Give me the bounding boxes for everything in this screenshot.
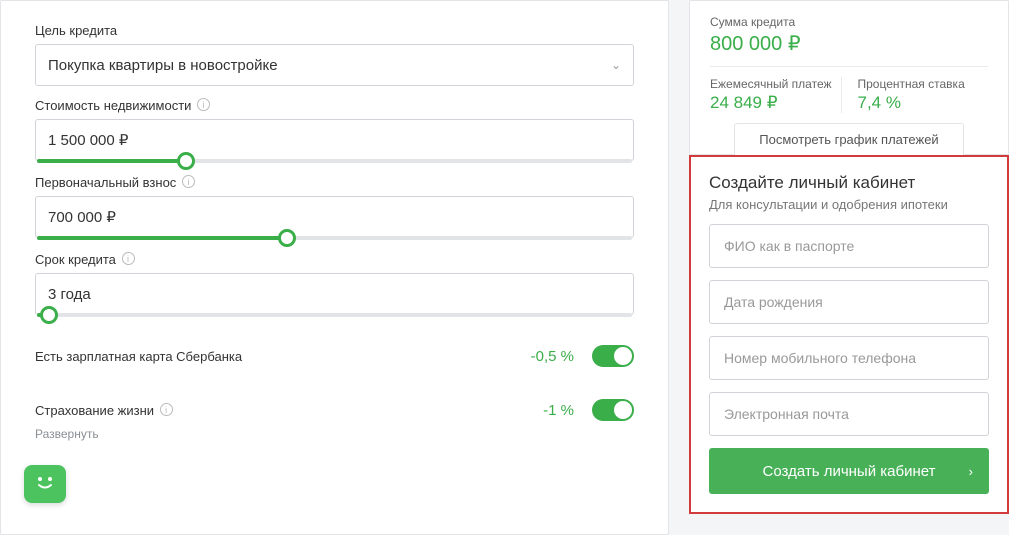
cost-label: Стоимость недвижимости i — [35, 98, 634, 113]
slider-thumb[interactable] — [278, 229, 296, 247]
salary-card-toggle[interactable] — [592, 345, 634, 367]
info-icon[interactable]: i — [182, 175, 195, 188]
purpose-select[interactable]: Покупка квартиры в новостройке ⌄ — [35, 44, 634, 86]
expand-link[interactable]: Развернуть — [35, 427, 634, 441]
slider-fill — [37, 236, 287, 240]
downpay-label: Первоначальный взнос i — [35, 175, 634, 190]
life-ins-pct: -1 % — [543, 402, 574, 419]
fio-field[interactable]: ФИО как в паспорте — [709, 224, 989, 268]
rate-value: 7,4 % — [858, 93, 989, 113]
chevron-down-icon: ⌄ — [611, 58, 621, 72]
salary-card-pct: -0,5 % — [531, 348, 574, 365]
schedule-link[interactable]: Посмотреть график платежей — [734, 123, 963, 155]
slider-thumb[interactable] — [40, 306, 58, 324]
amount-label: Сумма кредита — [710, 15, 988, 29]
chevron-right-icon: › — [969, 464, 973, 479]
email-field[interactable]: Электронная почта — [709, 392, 989, 436]
info-icon[interactable]: i — [197, 98, 210, 111]
create-cabinet-button[interactable]: Создать личный кабинет › — [709, 448, 989, 494]
summary-panel: Сумма кредита 800 000 ₽ Ежемесячный плат… — [689, 0, 1009, 155]
downpay-slider[interactable] — [37, 236, 632, 240]
salary-card-row: Есть зарплатная карта Сбербанка -0,5 % — [35, 345, 634, 367]
cost-input[interactable]: 1 500 000 ₽ — [35, 119, 634, 161]
monthly-label: Ежемесячный платеж — [710, 77, 841, 91]
info-icon[interactable]: i — [122, 252, 135, 265]
loan-form-panel: Цель кредита Покупка квартиры в новостро… — [0, 0, 669, 535]
life-ins-label: Страхование жизни i — [35, 403, 543, 418]
life-ins-row: Страхование жизни i -1 % — [35, 399, 634, 421]
phone-field[interactable]: Номер мобильного телефона — [709, 336, 989, 380]
salary-card-label: Есть зарплатная карта Сбербанка — [35, 349, 531, 364]
term-input[interactable]: 3 года — [35, 273, 634, 315]
purpose-value: Покупка квартиры в новостройке — [48, 57, 278, 74]
chat-widget[interactable] — [24, 465, 66, 503]
downpay-input[interactable]: 700 000 ₽ — [35, 196, 634, 238]
cabinet-sub: Для консультации и одобрения ипотеки — [709, 197, 989, 212]
purpose-label: Цель кредита — [35, 23, 634, 38]
slider-fill — [37, 159, 186, 163]
life-ins-toggle[interactable] — [592, 399, 634, 421]
term-slider[interactable] — [37, 313, 632, 317]
cabinet-panel: Создайте личный кабинет Для консультации… — [689, 155, 1009, 514]
term-label: Срок кредита i — [35, 252, 634, 267]
amount-value: 800 000 ₽ — [710, 31, 988, 56]
right-column: Сумма кредита 800 000 ₽ Ежемесячный плат… — [689, 0, 1009, 535]
rate-label: Процентная ставка — [858, 77, 989, 91]
cabinet-title: Создайте личный кабинет — [709, 173, 989, 193]
cost-slider[interactable] — [37, 159, 632, 163]
info-icon[interactable]: i — [160, 403, 173, 416]
monthly-value: 24 849 ₽ — [710, 93, 841, 113]
slider-thumb[interactable] — [177, 152, 195, 170]
chat-face-icon — [34, 474, 56, 495]
dob-field[interactable]: Дата рождения — [709, 280, 989, 324]
